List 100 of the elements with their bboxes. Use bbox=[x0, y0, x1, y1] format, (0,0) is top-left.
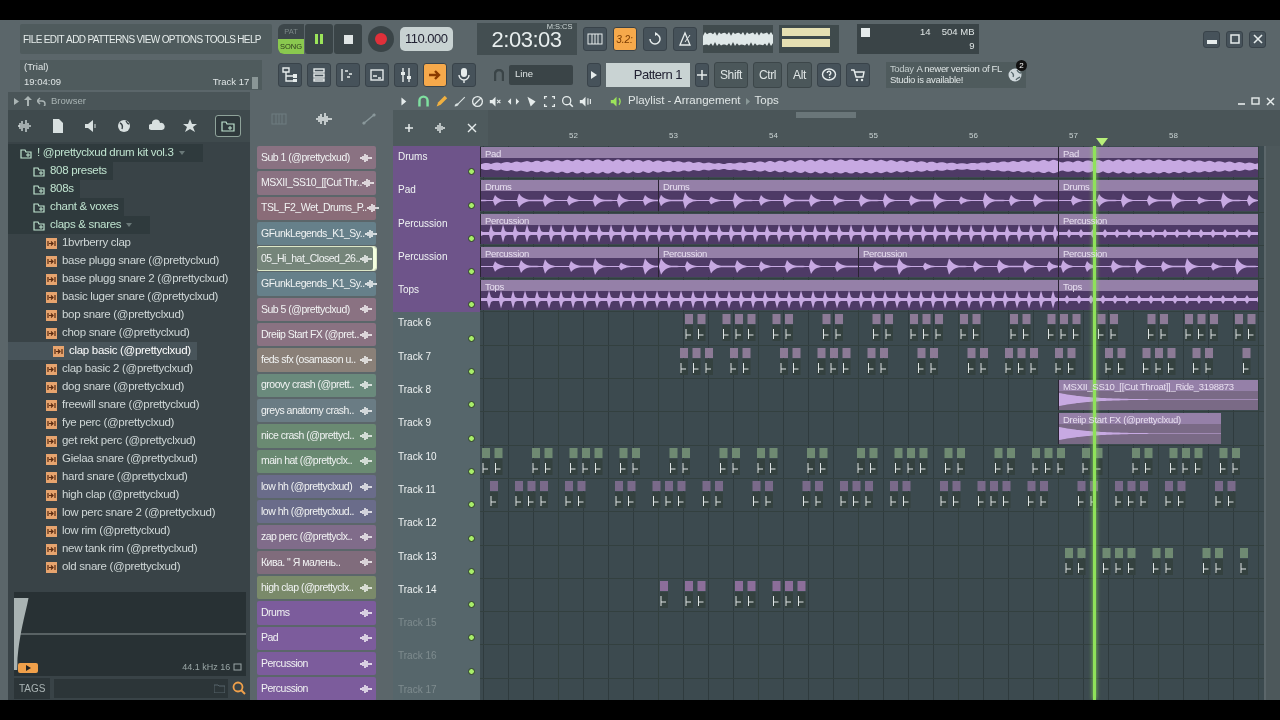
channel-button[interactable]: Sub 1 (@prettyclxud) bbox=[257, 146, 376, 170]
channel-button[interactable]: Кива. " Я малень.. bbox=[257, 550, 376, 575]
track-header[interactable]: Track 13 bbox=[393, 545, 480, 579]
shop-button[interactable] bbox=[845, 63, 870, 87]
track-header[interactable]: Track 9 bbox=[393, 412, 480, 446]
track-enable-led[interactable] bbox=[468, 534, 475, 542]
delete-icon[interactable] bbox=[471, 94, 484, 108]
up-arrow-icon[interactable] bbox=[24, 96, 32, 106]
folder-list-item[interactable]: ! @prettyclxud drum kit vol.3 bbox=[8, 144, 203, 162]
piano-roll-button[interactable] bbox=[336, 63, 360, 87]
channel-button[interactable]: Sub 5 (@prettyclxud) bbox=[257, 297, 376, 322]
channel-button[interactable]: high clap (@prettyclx.. bbox=[257, 576, 376, 600]
sample-list-item[interactable]: freewill snare (@prettyclxud) bbox=[8, 396, 206, 414]
track-enable-led[interactable] bbox=[468, 434, 475, 442]
tempo-field[interactable]: 110.000 bbox=[400, 27, 453, 51]
track-header[interactable]: Percussion bbox=[393, 245, 480, 280]
speaker-icon[interactable] bbox=[82, 118, 99, 134]
star-icon[interactable] bbox=[182, 118, 199, 134]
playlist-button[interactable] bbox=[365, 63, 389, 87]
channel-button[interactable]: main hat (@prettyclx.. bbox=[257, 449, 376, 473]
magnet-icon[interactable] bbox=[417, 94, 430, 108]
channel-button[interactable]: GFunkLegends_K1_Sy.. bbox=[257, 272, 376, 296]
add-folder-button[interactable] bbox=[215, 115, 242, 137]
track-enable-led[interactable] bbox=[468, 467, 475, 475]
track-header[interactable]: Percussion bbox=[393, 212, 480, 246]
metronome-button[interactable] bbox=[672, 27, 697, 51]
folder-list-item[interactable]: 808s bbox=[8, 180, 80, 198]
menu-item[interactable]: EDIT bbox=[43, 31, 65, 47]
channel-button[interactable]: GFunkLegends_K1_Sy.. bbox=[257, 221, 376, 246]
sample-list-item[interactable]: basic luger snare (@prettyclxud) bbox=[8, 288, 225, 306]
channel-button[interactable]: TSL_F2_Wet_Drums_P.. bbox=[257, 196, 376, 220]
folder-list-item[interactable]: chant & voxes bbox=[8, 198, 125, 216]
sample-list-item[interactable]: get rekt perc (@prettyclxud) bbox=[8, 432, 202, 450]
snap-dropdown[interactable]: Line bbox=[509, 65, 573, 85]
track-header[interactable]: Track 8 bbox=[393, 379, 480, 413]
track-enable-led[interactable] bbox=[468, 567, 475, 575]
track-enable-led[interactable] bbox=[468, 501, 475, 509]
plus-icon[interactable] bbox=[403, 123, 414, 133]
channel-rack-button[interactable] bbox=[307, 63, 331, 87]
menu-item[interactable]: FILE bbox=[23, 31, 42, 47]
track-header[interactable]: Drums bbox=[393, 146, 480, 180]
track-enable-led[interactable] bbox=[468, 301, 475, 309]
track-header[interactable]: Pad bbox=[393, 179, 480, 213]
channel-button[interactable]: low hh (@prettyclxud) bbox=[257, 474, 376, 499]
channel-button[interactable]: greys anatomy crash.. bbox=[257, 398, 376, 423]
channel-button[interactable]: 05_Hi_hat_Closed_26.. bbox=[257, 247, 376, 271]
speaker-icon[interactable] bbox=[579, 94, 592, 108]
select-icon[interactable] bbox=[543, 94, 556, 108]
countdown-button[interactable]: 3.2: bbox=[612, 27, 637, 51]
folder-list-item[interactable]: claps & snares bbox=[8, 216, 151, 234]
pause-button[interactable] bbox=[305, 24, 333, 54]
menu-item[interactable]: ADD bbox=[66, 31, 86, 47]
preview-play-button[interactable] bbox=[18, 663, 38, 673]
brush-icon[interactable] bbox=[453, 94, 466, 108]
channel-button[interactable]: MSXII_SS10_[[Cut Thr.. bbox=[257, 171, 376, 195]
sample-list-item[interactable]: low perc snare 2 (@prettyclxud) bbox=[8, 504, 222, 522]
channel-button[interactable]: feds sfx (osamason u.. bbox=[257, 348, 376, 372]
typing-keyboard-button[interactable] bbox=[582, 27, 607, 51]
track-enable-led[interactable] bbox=[468, 601, 475, 609]
close-icon[interactable] bbox=[467, 123, 478, 133]
help-button[interactable] bbox=[816, 63, 841, 87]
close-button[interactable] bbox=[1249, 30, 1266, 48]
sample-list-item[interactable]: dog snare (@prettyclxud) bbox=[8, 378, 191, 396]
sample-list-item[interactable]: base plugg snare 2 (@prettyclxud) bbox=[8, 270, 235, 288]
recording-button[interactable] bbox=[452, 63, 476, 87]
speaker-icon[interactable] bbox=[610, 94, 623, 108]
sample-list-item[interactable]: low rim (@prettyclxud) bbox=[8, 522, 176, 540]
sample-list-item[interactable]: Gielaa snare (@prettyclxud) bbox=[8, 450, 204, 468]
search-icon[interactable] bbox=[232, 681, 246, 695]
track-header[interactable]: Track 11 bbox=[393, 478, 480, 513]
pencil-icon[interactable] bbox=[435, 94, 448, 108]
sample-list-item[interactable]: clap basic (@prettyclxud) bbox=[8, 342, 197, 360]
browser-button[interactable] bbox=[278, 63, 302, 87]
add-pattern-button[interactable] bbox=[695, 63, 709, 87]
stop-button[interactable] bbox=[334, 24, 362, 54]
slice-icon[interactable] bbox=[525, 94, 538, 108]
waveform-icon[interactable] bbox=[435, 123, 446, 133]
track-enable-led[interactable] bbox=[468, 634, 475, 642]
sample-list-item[interactable]: base plugg snare (@prettyclxud) bbox=[8, 252, 226, 270]
menu-item[interactable]: PATTERNS bbox=[87, 31, 135, 47]
channel-button[interactable]: nice crash (@prettycl.. bbox=[257, 424, 376, 448]
plugin-picker-button[interactable] bbox=[423, 63, 447, 87]
sample-list-item[interactable]: chop snare (@prettyclxud) bbox=[8, 324, 196, 342]
track-header[interactable]: Track 12 bbox=[393, 512, 480, 546]
channel-button[interactable]: Dreiip Start FX (@pret.. bbox=[257, 323, 376, 347]
waveform-icon[interactable] bbox=[16, 118, 33, 134]
zoom-icon[interactable] bbox=[561, 94, 574, 108]
track-enable-led[interactable] bbox=[468, 168, 475, 176]
modifier-key-button[interactable]: Shift bbox=[714, 62, 748, 88]
track-header[interactable]: Track 7 bbox=[393, 345, 480, 380]
mixer-button[interactable] bbox=[394, 63, 418, 87]
track-enable-led[interactable] bbox=[468, 268, 475, 276]
maximize-icon[interactable] bbox=[1251, 96, 1260, 106]
close-icon[interactable] bbox=[1265, 96, 1275, 106]
sample-list-item[interactable]: bop snare (@prettyclxud) bbox=[8, 306, 191, 324]
wait-for-input-button[interactable] bbox=[642, 27, 667, 51]
sample-list-item[interactable]: 1bvrberry clap bbox=[8, 234, 137, 252]
sample-list-item[interactable]: old snare (@prettyclxud) bbox=[8, 558, 187, 576]
channel-button[interactable]: Percussion bbox=[257, 677, 376, 700]
globe-icon[interactable] bbox=[116, 118, 132, 134]
